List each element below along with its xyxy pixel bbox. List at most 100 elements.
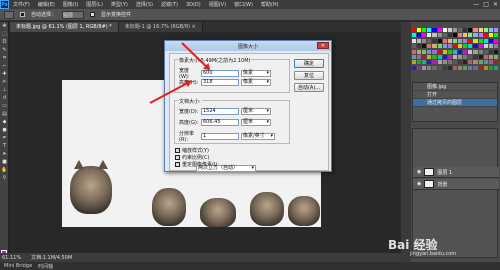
color-swatch[interactable]	[417, 33, 422, 38]
color-swatch[interactable]	[493, 38, 498, 43]
color-swatch[interactable]	[417, 65, 422, 70]
color-swatch[interactable]	[452, 54, 458, 59]
color-swatch[interactable]	[493, 49, 498, 54]
color-swatch[interactable]	[447, 38, 452, 43]
color-swatch[interactable]	[483, 60, 488, 65]
menu-edit[interactable]: 编辑(E)	[34, 1, 59, 8]
color-swatch[interactable]	[422, 28, 427, 32]
color-swatch[interactable]	[458, 28, 463, 32]
scale-styles-checkbox[interactable]	[175, 148, 180, 153]
color-swatch[interactable]	[452, 44, 458, 49]
color-swatch[interactable]	[417, 38, 422, 43]
ok-button[interactable]: 确定	[294, 59, 324, 68]
color-swatch[interactable]	[437, 54, 442, 59]
close-window-button[interactable]: ✕	[493, 1, 498, 8]
color-swatch[interactable]	[458, 44, 463, 49]
auto-select-dropdown[interactable]: 图层	[62, 10, 85, 19]
color-swatch[interactable]	[478, 54, 483, 59]
color-swatch[interactable]	[463, 28, 468, 32]
menu-select[interactable]: 选择(S)	[132, 1, 157, 8]
menu-3d[interactable]: 3D(D)	[182, 2, 205, 8]
history-row[interactable]: 图像.jpg	[413, 83, 497, 91]
color-swatch[interactable]	[483, 28, 488, 32]
color-swatch[interactable]	[412, 49, 417, 54]
color-swatch[interactable]	[463, 44, 468, 49]
height-unit-select[interactable]: 像素	[241, 79, 271, 86]
color-swatch[interactable]	[412, 28, 417, 32]
color-swatch[interactable]	[427, 38, 432, 43]
color-swatch[interactable]	[447, 49, 452, 54]
color-swatch[interactable]	[488, 38, 493, 43]
crop-tool-icon[interactable]: ⌗	[0, 54, 9, 62]
color-swatch[interactable]	[417, 49, 422, 54]
color-swatch[interactable]	[432, 33, 437, 38]
color-swatch[interactable]	[483, 54, 488, 59]
color-swatch[interactable]	[478, 38, 483, 43]
color-swatch[interactable]	[483, 38, 488, 43]
color-swatch[interactable]	[458, 65, 463, 70]
doc-height-unit-select[interactable]: 厘米	[241, 119, 271, 126]
color-swatch[interactable]	[437, 65, 442, 70]
color-swatch[interactable]	[417, 60, 422, 65]
doc-width-input[interactable]: 1524	[201, 108, 239, 115]
color-swatch[interactable]	[422, 33, 427, 38]
color-swatch[interactable]	[458, 54, 463, 59]
menu-type[interactable]: 类型(Y)	[107, 1, 132, 8]
color-swatch[interactable]	[458, 60, 463, 65]
color-swatch[interactable]	[427, 54, 432, 59]
color-swatch[interactable]	[447, 60, 452, 65]
color-swatch[interactable]	[468, 44, 473, 49]
color-swatch[interactable]	[458, 49, 463, 54]
type-tool-icon[interactable]: T	[0, 142, 9, 150]
color-swatch[interactable]	[422, 54, 427, 59]
color-swatch[interactable]	[488, 60, 493, 65]
color-swatch[interactable]	[473, 54, 478, 59]
color-swatch[interactable]	[478, 28, 483, 32]
color-swatch[interactable]	[483, 33, 488, 38]
color-swatch[interactable]	[412, 44, 417, 49]
color-swatch[interactable]	[473, 44, 478, 49]
healing-tool-icon[interactable]: ✚	[0, 70, 9, 78]
color-swatch[interactable]	[412, 38, 417, 43]
color-swatch[interactable]	[442, 33, 447, 38]
color-swatch[interactable]	[447, 54, 452, 59]
color-swatch[interactable]	[432, 49, 437, 54]
menu-filter[interactable]: 滤镜(T)	[157, 1, 182, 8]
move-tool-icon[interactable]: ✥	[0, 22, 9, 30]
doc-height-input[interactable]: 606.45	[201, 119, 239, 126]
color-swatch[interactable]	[473, 33, 478, 38]
color-swatch[interactable]	[422, 38, 427, 43]
menu-file[interactable]: 文件(F)	[9, 1, 34, 8]
doc-width-unit-select[interactable]: 厘米	[241, 108, 271, 115]
color-swatch[interactable]	[493, 65, 498, 70]
color-swatch[interactable]	[483, 49, 488, 54]
color-swatch[interactable]	[473, 49, 478, 54]
eraser-tool-icon[interactable]: ▭	[0, 102, 9, 110]
dodge-tool-icon[interactable]: ●	[0, 126, 9, 134]
constrain-checkbox[interactable]	[175, 155, 180, 160]
color-swatch[interactable]	[468, 33, 473, 38]
history-brush-icon[interactable]: ↺	[0, 94, 9, 102]
color-swatch[interactable]	[422, 60, 427, 65]
reset-button[interactable]: 复位	[294, 71, 324, 80]
move-tool-icon[interactable]	[4, 10, 14, 19]
color-swatch[interactable]	[437, 28, 442, 32]
show-transform-checkbox[interactable]	[90, 12, 96, 17]
color-swatch[interactable]	[437, 60, 442, 65]
color-swatch[interactable]	[427, 44, 432, 49]
color-swatch[interactable]	[473, 38, 478, 43]
color-swatch[interactable]	[442, 54, 447, 59]
shape-tool-icon[interactable]: ■	[0, 158, 9, 166]
color-swatch[interactable]	[452, 65, 458, 70]
layer-row[interactable]: ◉ 图层 1	[413, 167, 499, 178]
color-swatch[interactable]	[468, 38, 473, 43]
color-swatch[interactable]	[463, 49, 468, 54]
eye-icon[interactable]: ◉	[417, 169, 421, 175]
color-swatch[interactable]	[437, 49, 442, 54]
resample-method-select[interactable]: 两次立方（自动）	[196, 165, 256, 172]
color-swatch[interactable]	[458, 33, 463, 38]
color-swatch[interactable]	[488, 54, 493, 59]
height-input[interactable]: 318	[201, 79, 239, 86]
swatches-panel[interactable]	[412, 28, 498, 70]
minimize-button[interactable]: —	[473, 1, 479, 8]
